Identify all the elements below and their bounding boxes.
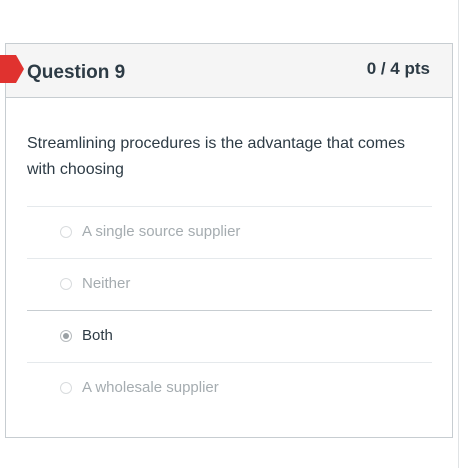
answer-label: Both xyxy=(82,327,113,344)
question-header: Question 9 0 / 4 pts xyxy=(0,44,452,98)
answer-option[interactable]: A single source supplier xyxy=(27,206,432,258)
answer-option[interactable]: Neither xyxy=(27,258,432,310)
incorrect-flag-icon xyxy=(0,55,24,83)
question-title: Question 9 xyxy=(27,62,126,83)
answer-option[interactable]: A wholesale supplier xyxy=(27,362,432,414)
answer-option-selected[interactable]: Both xyxy=(27,310,432,362)
question-points: 0 / 4 pts xyxy=(366,59,430,78)
answer-list: A single source supplier Neither Both A … xyxy=(27,206,432,414)
answer-label: Neither xyxy=(82,275,131,292)
page-divider xyxy=(458,0,459,468)
radio-button[interactable] xyxy=(60,226,72,238)
radio-button[interactable] xyxy=(60,382,72,394)
question-card: Question 9 0 / 4 pts Streamlining proced… xyxy=(0,43,453,438)
radio-button-checked[interactable] xyxy=(60,330,72,342)
question-text: Streamlining procedures is the advantage… xyxy=(27,135,405,178)
radio-button[interactable] xyxy=(60,278,72,290)
answer-label: A single source supplier xyxy=(82,223,241,240)
answer-label: A wholesale supplier xyxy=(82,379,219,396)
